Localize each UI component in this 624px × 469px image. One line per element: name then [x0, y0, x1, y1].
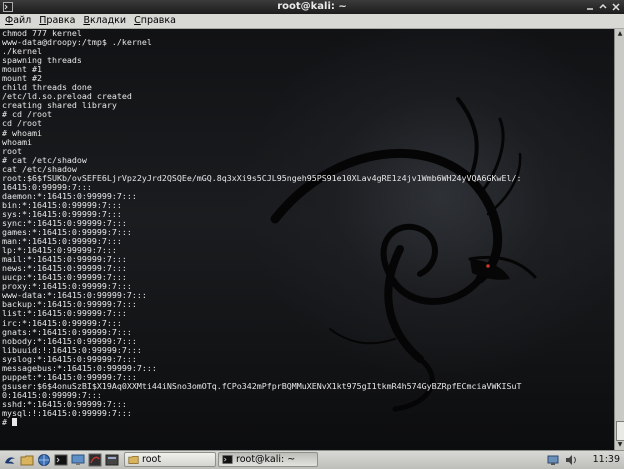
menu-edit-label: равка: [46, 15, 76, 26]
terminal-output-area[interactable]: chmod 777 kernel www-data@droopy:/tmp$ .…: [0, 29, 614, 450]
menu-edit[interactable]: Правка: [34, 14, 78, 28]
minimize-icon: [587, 8, 593, 10]
maximize-button[interactable]: [597, 1, 609, 13]
menu-tabs[interactable]: Вкладки: [78, 14, 129, 28]
terminal-lines: chmod 777 kernel www-data@droopy:/tmp$ .…: [2, 29, 522, 418]
task-root-folder[interactable]: root: [124, 452, 216, 467]
taskbar: root root@kali: ~ 11:39: [0, 450, 624, 469]
folder-icon[interactable]: [20, 453, 34, 467]
close-button[interactable]: [610, 1, 622, 13]
text-cursor: [12, 418, 17, 427]
menu-tabs-label: кладки: [89, 15, 127, 26]
minimize-button[interactable]: [584, 1, 596, 13]
terminal-icon: [222, 455, 233, 464]
menu-file-accel: Ф: [5, 15, 14, 26]
clock[interactable]: 11:39: [593, 451, 620, 469]
window-title: root@kali: ~: [277, 1, 347, 12]
kali-menu-icon[interactable]: [3, 453, 17, 467]
folder-icon: [128, 455, 139, 464]
terminal-icon[interactable]: [54, 453, 68, 467]
task-label: root: [142, 453, 162, 465]
volume-icon[interactable]: [564, 453, 578, 467]
window-titlebar[interactable]: root@kali: ~: [0, 0, 624, 14]
terminal-scrollbar[interactable]: ▲ ▼: [614, 29, 624, 450]
menu-file-label: айл: [13, 15, 32, 26]
scroll-up-icon[interactable]: ▲: [616, 30, 624, 38]
browser-icon[interactable]: [37, 453, 51, 467]
dragon-icon[interactable]: [88, 453, 102, 467]
task-terminal[interactable]: root@kali: ~: [218, 452, 318, 467]
app-icon[interactable]: [105, 453, 119, 467]
scrollbar-thumb[interactable]: [616, 421, 624, 441]
scroll-down-icon[interactable]: ▼: [616, 441, 624, 449]
terminal-text: chmod 777 kernel www-data@droopy:/tmp$ .…: [2, 29, 522, 427]
network-icon[interactable]: [546, 453, 560, 467]
menu-file[interactable]: Файл: [0, 14, 34, 28]
close-icon: [612, 3, 620, 11]
terminal-line: mysql:!:16415:0:99999:7:::: [2, 407, 132, 418]
menu-help[interactable]: Справка: [129, 14, 179, 28]
maximize-icon: [599, 3, 607, 9]
menu-help-accel: С: [134, 15, 141, 26]
task-label: root@kali: ~: [236, 453, 296, 465]
menu-help-label: правка: [140, 15, 176, 26]
terminal-prompt: #: [2, 417, 12, 428]
menubar: Файл Правка Вкладки Справка: [0, 14, 624, 29]
screen-icon[interactable]: [71, 453, 85, 467]
